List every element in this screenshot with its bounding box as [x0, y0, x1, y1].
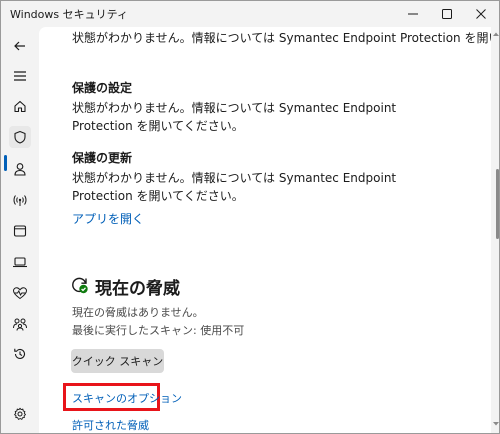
- app-window-icon: [13, 225, 27, 237]
- back-button[interactable]: [9, 35, 31, 57]
- protection-settings-text: 状態がわかりません。情報については Symantec Endpoint Prot…: [72, 101, 397, 133]
- protection-updates-heading: 保護の更新: [72, 151, 133, 165]
- laptop-icon: [13, 257, 27, 268]
- close-icon: [476, 9, 486, 19]
- sidebar-item-firewall[interactable]: [9, 189, 31, 211]
- sidebar-item-home[interactable]: [9, 95, 31, 117]
- history-icon: [14, 348, 26, 359]
- sidebar-item-app-browser[interactable]: [9, 220, 31, 242]
- back-arrow-icon: [14, 41, 25, 51]
- maximize-icon: [442, 9, 452, 19]
- sidebar-item-account[interactable]: [9, 158, 31, 180]
- status-text-top: 状態がわかりません。情報については Symantec Endpoint Prot…: [72, 31, 491, 45]
- sidebar-item-family-options[interactable]: [9, 313, 31, 335]
- hamburger-menu-icon: [14, 71, 26, 81]
- scan-refresh-icon: [72, 277, 88, 294]
- wireless-signal-icon: [13, 195, 27, 206]
- sidebar-item-device-security[interactable]: [9, 251, 31, 273]
- sidebar-item-virus-protection[interactable]: [9, 126, 31, 148]
- family-icon: [13, 318, 27, 331]
- current-threats-title: 現在の脅威: [95, 279, 180, 299]
- menu-button[interactable]: [9, 65, 31, 87]
- minimize-icon: [408, 13, 418, 15]
- home-icon: [14, 100, 26, 113]
- sidebar-item-device-health[interactable]: [9, 282, 31, 304]
- active-indicator: [4, 155, 7, 171]
- scroll-up-arrow-icon[interactable]: [492, 31, 500, 37]
- threat-status-text: 現在の脅威はありません。: [72, 306, 204, 319]
- shield-icon: [14, 130, 26, 144]
- protection-settings-heading: 保護の設定: [72, 81, 133, 95]
- title-bar: Windows セキュリティ: [1, 1, 499, 27]
- scan-options-link[interactable]: スキャンのオプション: [72, 390, 182, 406]
- protection-updates-text: 状態がわかりません。情報については Symantec Endpoint Prot…: [72, 171, 397, 203]
- allowed-threats-link[interactable]: 許可された脅威: [72, 417, 149, 433]
- maximize-button[interactable]: [430, 1, 464, 27]
- person-icon: [14, 163, 26, 176]
- heart-pulse-icon: [12, 287, 28, 300]
- last-scan-text: 最後に実行したスキャン: 使用不可: [72, 324, 245, 337]
- settings-gear-icon: [14, 407, 26, 420]
- sidebar-item-settings[interactable]: [9, 403, 31, 425]
- close-button[interactable]: [464, 1, 498, 27]
- sidebar-nav: [1, 27, 39, 433]
- open-app-link[interactable]: アプリを開く: [72, 210, 144, 227]
- window-title: Windows セキュリティ: [10, 8, 128, 21]
- scroll-down-arrow-icon[interactable]: [492, 421, 500, 427]
- sidebar-item-protection-history[interactable]: [9, 343, 31, 365]
- main-content: 状態がわかりません。情報については Symantec Endpoint Prot…: [39, 27, 491, 433]
- quick-scan-button[interactable]: クイック スキャン: [71, 349, 164, 373]
- scrollbar-thumb[interactable]: [496, 169, 499, 239]
- app-window: Windows セキュリティ 状態がわかりません。情報については Symante…: [0, 0, 500, 434]
- minimize-button[interactable]: [396, 1, 430, 27]
